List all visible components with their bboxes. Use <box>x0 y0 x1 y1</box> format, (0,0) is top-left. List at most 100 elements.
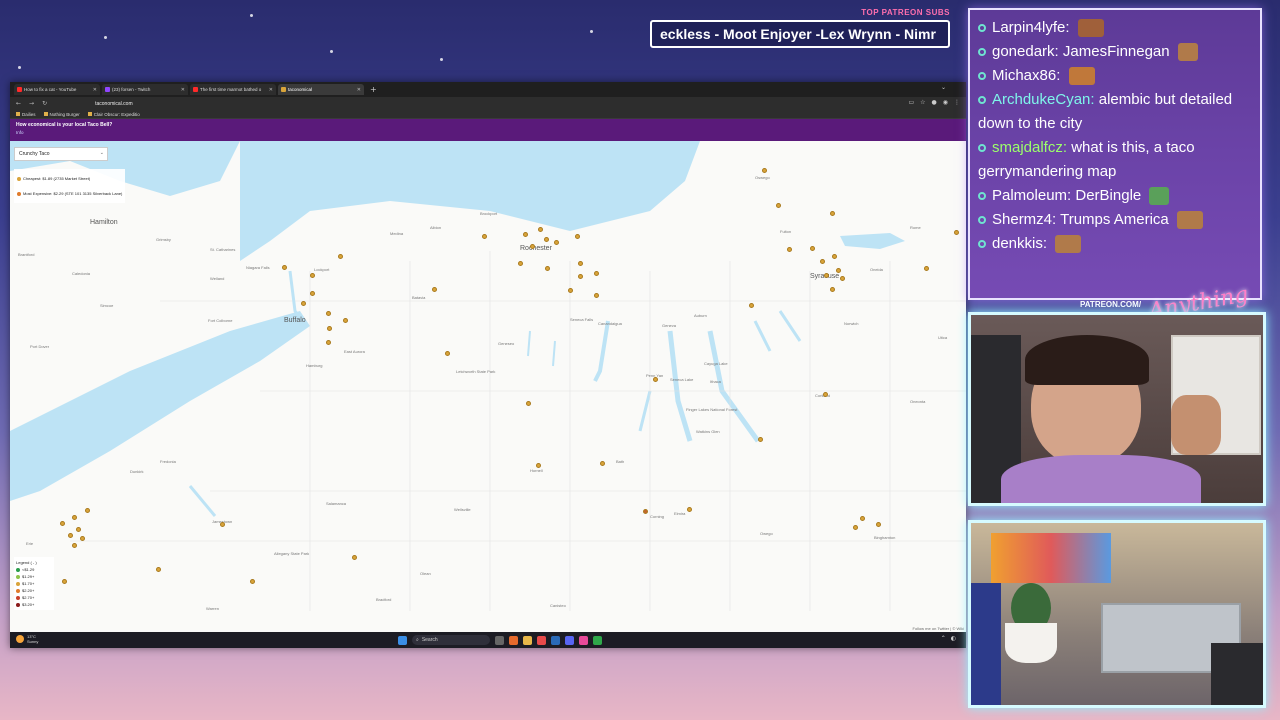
taco-bell-pin[interactable] <box>749 303 754 308</box>
taco-bell-pin[interactable] <box>445 351 450 356</box>
new-tab-button[interactable]: + <box>370 85 377 94</box>
browser-tab-taconomical[interactable]: taconomical ✕ <box>278 84 364 95</box>
bookmark-nothing-burger[interactable]: Nothing Burger <box>44 112 80 117</box>
taco-bell-pin[interactable] <box>310 273 315 278</box>
taco-bell-pin[interactable] <box>326 340 331 345</box>
bookmark-star-icon[interactable]: ☆ <box>920 99 925 106</box>
bookmark-dailies[interactable]: Dailies <box>16 112 36 117</box>
taco-bell-pin[interactable] <box>545 266 550 271</box>
taco-bell-pin[interactable] <box>762 168 767 173</box>
map-attribution[interactable]: Follow me on Twitter | © Wiki <box>913 626 964 631</box>
close-icon[interactable]: ✕ <box>269 87 273 93</box>
taco-bell-pin[interactable] <box>836 268 841 273</box>
legend-title[interactable]: Legend ( - ) <box>16 559 52 566</box>
chrome-icon[interactable] <box>593 635 602 645</box>
weather-widget[interactable]: 13°C Sunny <box>16 634 38 644</box>
info-link[interactable]: Info <box>16 130 960 135</box>
taco-bell-pin[interactable] <box>60 521 65 526</box>
taco-bell-pin[interactable] <box>594 293 599 298</box>
app-icon[interactable] <box>537 635 546 645</box>
taco-bell-pin[interactable] <box>544 237 549 242</box>
taco-bell-pin[interactable] <box>687 507 692 512</box>
taco-bell-pin[interactable] <box>823 392 828 397</box>
taco-bell-pin[interactable] <box>568 288 573 293</box>
close-icon[interactable]: ✕ <box>93 87 97 93</box>
taco-bell-pin[interactable] <box>538 227 543 232</box>
taco-bell-pin[interactable] <box>578 274 583 279</box>
taco-bell-pin[interactable] <box>876 522 881 527</box>
taco-bell-pin[interactable] <box>282 265 287 270</box>
taco-bell-pin[interactable] <box>72 515 77 520</box>
task-view-icon[interactable] <box>495 635 504 645</box>
taco-bell-pin[interactable] <box>594 271 599 276</box>
file-explorer-icon[interactable] <box>523 635 532 645</box>
url-field[interactable]: taconomical.com <box>95 101 133 107</box>
taco-bell-pin[interactable] <box>76 527 81 532</box>
taco-bell-pin[interactable] <box>68 533 73 538</box>
cheapest-text[interactable]: Cheapest: $1.89 (2735 Market Street) <box>23 176 90 181</box>
taco-bell-pin[interactable] <box>432 287 437 292</box>
taco-bell-pin[interactable] <box>853 525 858 530</box>
taco-bell-pin[interactable] <box>830 211 835 216</box>
taco-bell-pin[interactable] <box>787 247 792 252</box>
taco-bell-pin[interactable] <box>482 234 487 239</box>
forward-icon[interactable]: → <box>29 100 34 107</box>
taco-bell-pin[interactable] <box>526 401 531 406</box>
taco-bell-pin[interactable] <box>643 509 648 514</box>
taco-bell-pin[interactable] <box>860 516 865 521</box>
windows-start-icon[interactable] <box>398 635 407 645</box>
network-icon[interactable]: ◐ <box>951 635 956 642</box>
extension-icon[interactable]: ● <box>932 99 937 106</box>
browser-tab-youtube-marmot[interactable]: The first time marmot bathed o ✕ <box>190 84 276 95</box>
taco-bell-pin[interactable] <box>518 261 523 266</box>
taco-bell-pin[interactable] <box>343 318 348 323</box>
taco-bell-pin[interactable] <box>840 276 845 281</box>
browser-tab-youtube-cat[interactable]: How to fix a cat - YouTube ✕ <box>14 84 100 95</box>
taco-bell-pin[interactable] <box>338 254 343 259</box>
taco-bell-pin[interactable] <box>310 291 315 296</box>
taco-bell-pin[interactable] <box>80 536 85 541</box>
taco-bell-pin[interactable] <box>810 246 815 251</box>
taco-bell-pin[interactable] <box>776 203 781 208</box>
taco-bell-pin[interactable] <box>220 522 225 527</box>
taco-bell-pin[interactable] <box>536 463 541 468</box>
taco-bell-pin[interactable] <box>301 301 306 306</box>
steam-icon[interactable] <box>551 635 560 645</box>
taco-bell-pin[interactable] <box>578 261 583 266</box>
obs-icon[interactable] <box>579 635 588 645</box>
taco-bell-pin[interactable] <box>326 311 331 316</box>
taco-bell-pin[interactable] <box>575 234 580 239</box>
taco-bell-pin[interactable] <box>554 240 559 245</box>
install-icon[interactable]: ▭ <box>908 99 914 106</box>
taco-bell-pin[interactable] <box>530 244 535 249</box>
taco-bell-pin[interactable] <box>600 461 605 466</box>
menu-icon[interactable]: ⋮ <box>954 99 960 106</box>
taskbar-search[interactable]: ⌕ Search <box>412 635 490 645</box>
browser-tab-twitch[interactable]: (23) forsen - Twitch ✕ <box>102 84 188 95</box>
taco-bell-pin[interactable] <box>758 437 763 442</box>
taco-bell-pin[interactable] <box>924 266 929 271</box>
discord-icon[interactable] <box>565 635 574 645</box>
taco-bell-pin[interactable] <box>250 579 255 584</box>
taco-map[interactable]: Crunchy Taco ⌄ Cheapest: $1.89 (2735 Mar… <box>10 141 966 632</box>
taco-bell-pin[interactable] <box>954 230 959 235</box>
taco-bell-pin[interactable] <box>824 273 829 278</box>
taco-bell-pin[interactable] <box>352 555 357 560</box>
back-icon[interactable]: ← <box>16 100 21 107</box>
reload-icon[interactable]: ↻ <box>42 100 47 107</box>
taco-bell-pin[interactable] <box>832 254 837 259</box>
most-expensive-text[interactable]: Most Expensive: $2.29 (STE 101 3135 Silv… <box>23 191 122 196</box>
close-icon[interactable]: ✕ <box>181 87 185 93</box>
taco-bell-pin[interactable] <box>72 543 77 548</box>
bookmark-clair-obscur[interactable]: Clair Obscur: Expeditio <box>88 112 140 117</box>
taco-bell-pin[interactable] <box>820 259 825 264</box>
taco-bell-pin[interactable] <box>156 567 161 572</box>
product-select[interactable]: Crunchy Taco ⌄ <box>14 147 108 161</box>
taco-bell-pin[interactable] <box>653 377 658 382</box>
close-icon[interactable]: ✕ <box>357 87 361 93</box>
tab-menu-icon[interactable]: ⌄ <box>941 84 946 91</box>
taco-bell-pin[interactable] <box>62 579 67 584</box>
taco-bell-pin[interactable] <box>523 232 528 237</box>
taco-bell-pin[interactable] <box>327 326 332 331</box>
firefox-icon[interactable] <box>509 635 518 645</box>
